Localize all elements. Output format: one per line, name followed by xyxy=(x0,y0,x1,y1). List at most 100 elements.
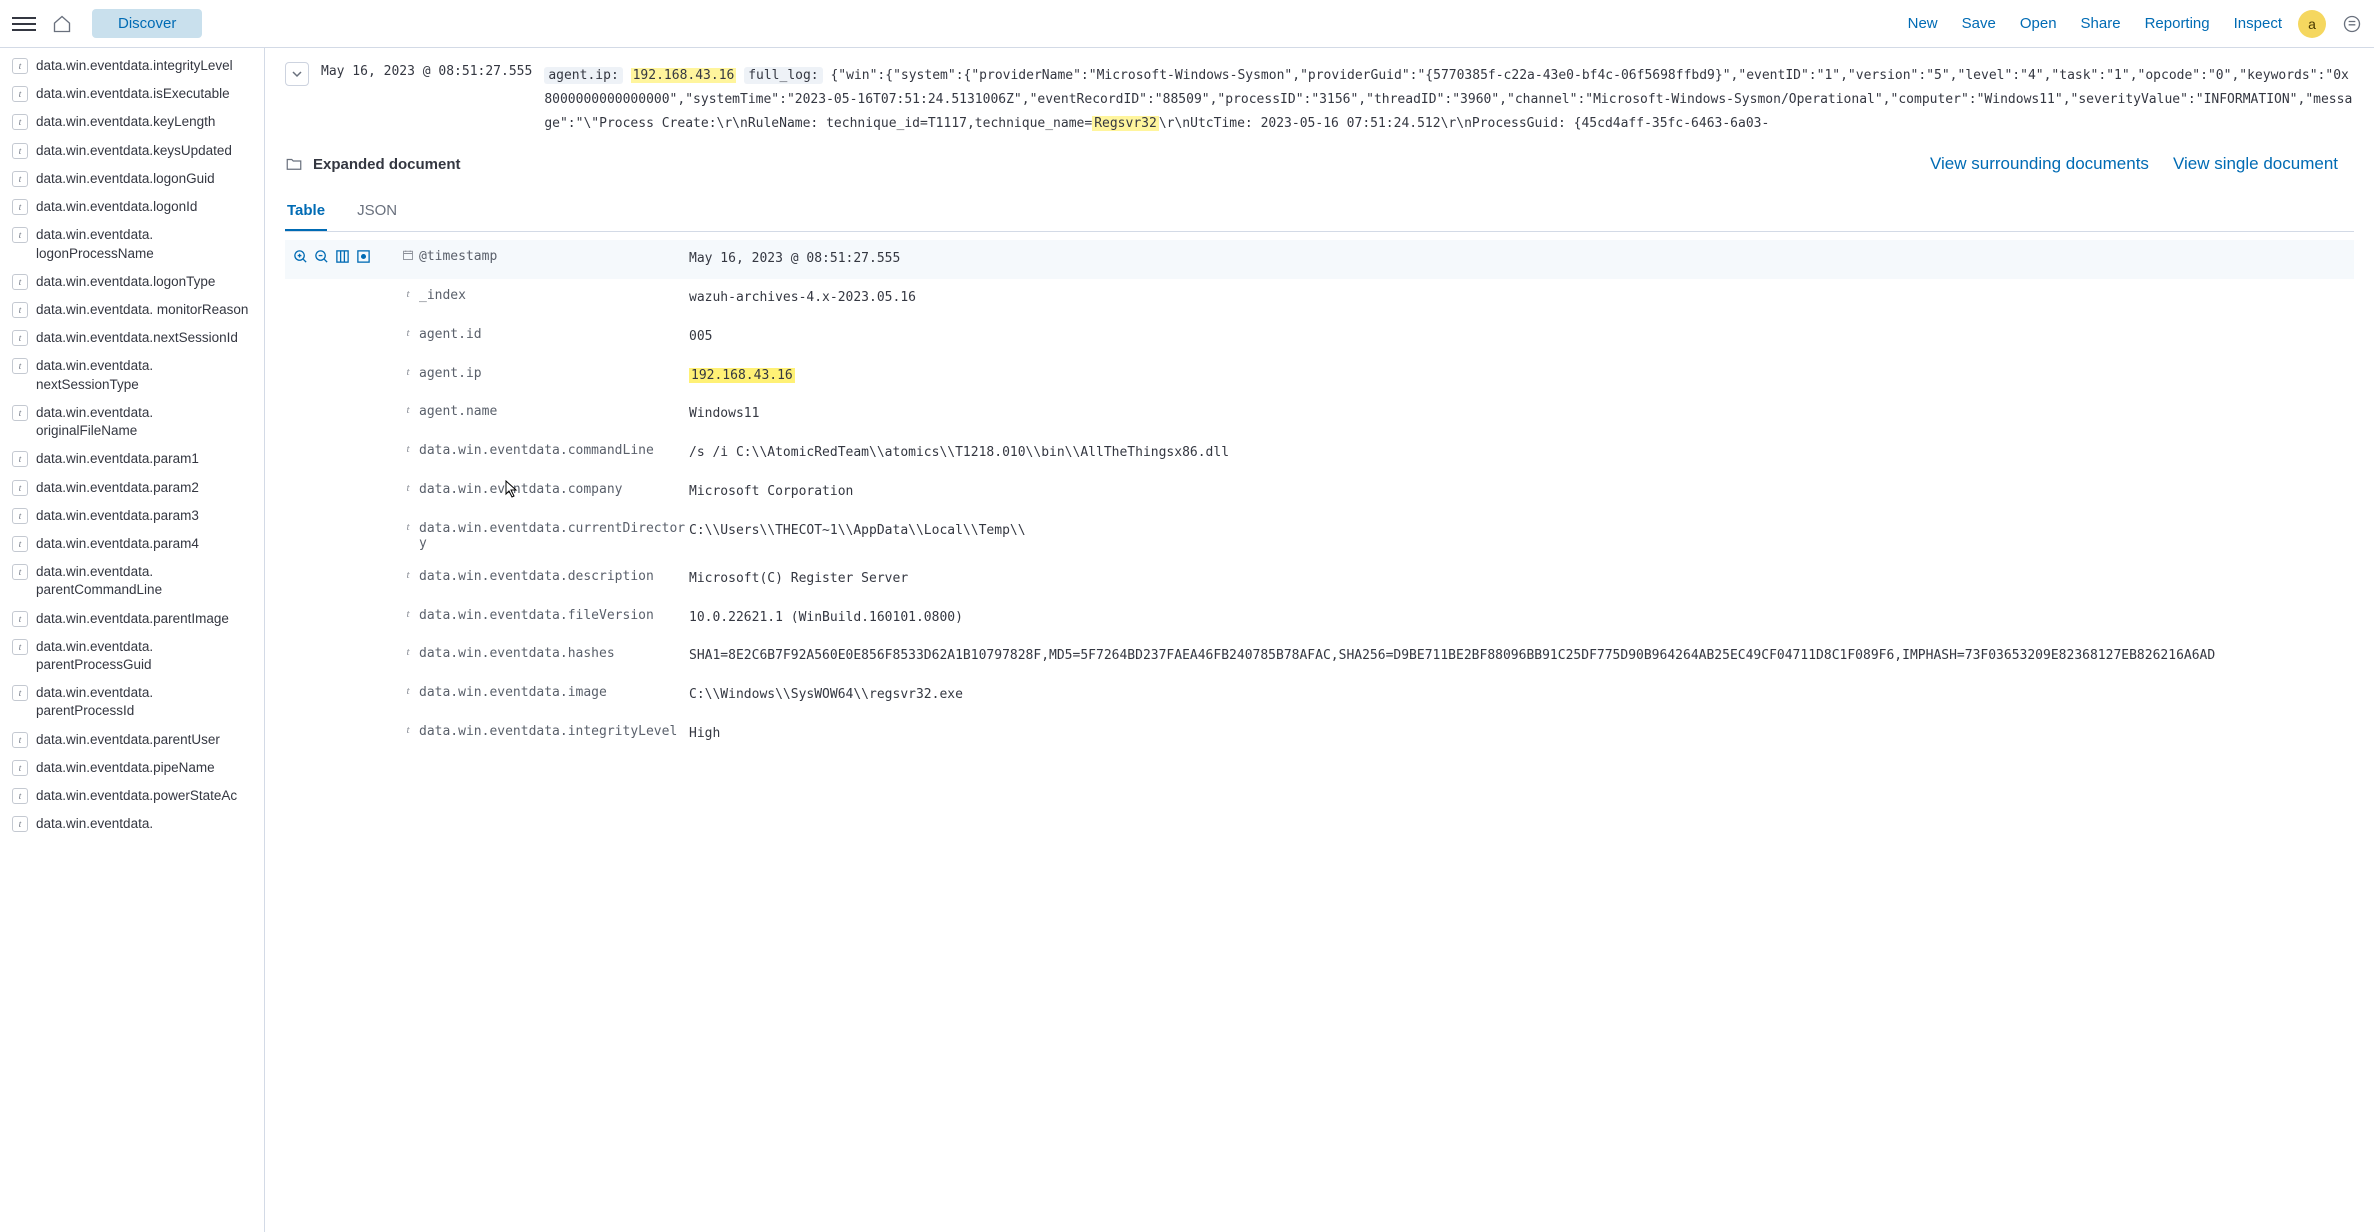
source-highlight-ip: 192.168.43.16 xyxy=(631,68,737,83)
field-item[interactable]: tdata.win.eventdata.logonType xyxy=(8,268,256,296)
field-item[interactable]: tdata.win.eventdata.param4 xyxy=(8,530,256,558)
field-name-label: data.win.eventdata.keyLength xyxy=(36,113,215,131)
source-field-agent-ip: agent.ip: xyxy=(544,67,622,84)
main-content: May 16, 2023 @ 08:51:27.555 agent.ip: 19… xyxy=(265,48,2374,1232)
view-surrounding-link[interactable]: View surrounding documents xyxy=(1930,154,2149,174)
field-type-icon: t xyxy=(12,451,28,467)
table-row: tagent.id005 xyxy=(285,318,2354,357)
link-open[interactable]: Open xyxy=(2020,15,2057,32)
row-type-icon: t xyxy=(397,327,419,339)
field-item[interactable]: tdata.win.eventdata.logonGuid xyxy=(8,165,256,193)
table-row: @timestampMay 16, 2023 @ 08:51:27.555 xyxy=(285,240,2354,279)
field-item[interactable]: tdata.win.eventdata.isExecutable xyxy=(8,80,256,108)
field-item[interactable]: tdata.win.eventdata.logonId xyxy=(8,193,256,221)
field-item[interactable]: tdata.win.eventdata.param1 xyxy=(8,445,256,473)
field-type-icon: t xyxy=(12,508,28,524)
field-type-icon: t xyxy=(12,639,28,655)
field-type-icon: t xyxy=(12,760,28,776)
row-key: _index xyxy=(419,288,689,303)
view-single-link[interactable]: View single document xyxy=(2173,154,2338,174)
field-item[interactable]: tdata.win.eventdata.pipeName xyxy=(8,754,256,782)
field-item[interactable]: t data.win.eventdata. originalFileName xyxy=(8,399,256,445)
row-type-icon: t xyxy=(397,404,419,416)
field-item[interactable]: tdata.win.eventdata.integrityLevel xyxy=(8,52,256,80)
detail-table: @timestampMay 16, 2023 @ 08:51:27.555t_i… xyxy=(265,232,2374,774)
newsfeed-icon[interactable] xyxy=(2342,14,2362,34)
field-item[interactable]: tdata.win.eventdata.keyLength xyxy=(8,108,256,136)
breadcrumb-discover[interactable]: Discover xyxy=(92,9,202,38)
field-type-icon: t xyxy=(12,227,28,243)
field-type-icon: t xyxy=(12,405,28,421)
filter-out-icon[interactable] xyxy=(314,249,329,264)
avatar[interactable]: a xyxy=(2298,10,2326,38)
field-type-icon: t xyxy=(12,171,28,187)
row-key: @timestamp xyxy=(419,249,689,264)
field-item[interactable]: tdata.win.eventdata. parentProcessId xyxy=(8,679,256,725)
field-item[interactable]: tdata.win.eventdata.powerStateAc xyxy=(8,782,256,810)
link-new[interactable]: New xyxy=(1908,15,1938,32)
field-item[interactable]: t data.win.eventdata.param3 xyxy=(8,502,256,530)
row-key: data.win.eventdata.currentDirectory xyxy=(419,521,689,551)
field-type-icon: t xyxy=(12,302,28,318)
field-item[interactable]: tdata.win.eventdata. xyxy=(8,810,256,838)
row-type-icon: t xyxy=(397,288,419,300)
doc-source: agent.ip: 192.168.43.16 full_log: {"win"… xyxy=(544,60,2354,136)
row-value: Windows11 xyxy=(689,404,2354,425)
field-type-icon: t xyxy=(12,816,28,832)
tab-table[interactable]: Table xyxy=(285,192,327,231)
field-name-label: data.win.eventdata.integrityLevel xyxy=(36,57,233,75)
toggle-column-icon[interactable] xyxy=(335,249,350,264)
field-item[interactable]: tdata.win.eventdata.nextSessionId xyxy=(8,324,256,352)
field-name-label: data.win.eventdata.param2 xyxy=(36,479,199,497)
field-item[interactable]: tdata.win.eventdata. logonProcessName xyxy=(8,221,256,267)
table-row: tdata.win.eventdata.integrityLevelHigh xyxy=(285,715,2354,754)
row-key: data.win.eventdata.image xyxy=(419,685,689,700)
field-item[interactable]: tdata.win.eventdata.parentImage xyxy=(8,605,256,633)
field-name-label: data.win.eventdata. originalFileName xyxy=(36,404,252,440)
row-type-icon: t xyxy=(397,569,419,581)
field-name-label: data.win.eventdata. parentCommandLine xyxy=(36,563,252,599)
filter-for-icon[interactable] xyxy=(293,249,308,264)
row-type-icon: t xyxy=(397,521,419,533)
row-key: data.win.eventdata.commandLine xyxy=(419,443,689,458)
row-value: /s /i C:\\AtomicRedTeam\\atomics\\T1218.… xyxy=(689,443,2354,464)
table-row: t_indexwazuh-archives-4.x-2023.05.16 xyxy=(285,279,2354,318)
field-item[interactable]: tdata.win.eventdata. parentProcessGuid xyxy=(8,633,256,679)
table-row: tagent.ip192.168.43.16 xyxy=(285,357,2354,396)
field-name-label: data.win.eventdata.parentImage xyxy=(36,610,229,628)
link-reporting[interactable]: Reporting xyxy=(2145,15,2210,32)
row-value: C:\\Users\\THECOT~1\\AppData\\Local\\Tem… xyxy=(689,521,2354,542)
tab-json[interactable]: JSON xyxy=(355,192,399,231)
fields-sidebar[interactable]: tdata.win.eventdata.integrityLeveltdata.… xyxy=(0,48,265,1232)
row-type-icon: t xyxy=(397,366,419,378)
row-type-icon xyxy=(397,249,419,264)
hamburger-menu-icon[interactable] xyxy=(12,12,36,36)
link-save[interactable]: Save xyxy=(1962,15,1996,32)
field-name-label: data.win.eventdata. monitorReason xyxy=(36,301,248,319)
field-name-label: data.win.eventdata.param4 xyxy=(36,535,199,553)
collapse-toggle[interactable] xyxy=(285,62,309,86)
home-icon[interactable] xyxy=(52,14,72,34)
source-field-full-log: full_log: xyxy=(744,67,822,84)
field-item[interactable]: tdata.win.eventdata. parentCommandLine xyxy=(8,558,256,604)
field-item[interactable]: t data.win.eventdata. monitorReason xyxy=(8,296,256,324)
table-row: tdata.win.eventdata.companyMicrosoft Cor… xyxy=(285,473,2354,512)
row-key: agent.id xyxy=(419,327,689,342)
field-item[interactable]: tdata.win.eventdata.param2 xyxy=(8,474,256,502)
row-type-icon: t xyxy=(397,608,419,620)
field-item[interactable]: tdata.win.eventdata.parentUser xyxy=(8,726,256,754)
row-value: C:\\Windows\\SysWOW64\\regsvr32.exe xyxy=(689,685,2354,706)
field-name-label: data.win.eventdata.param3 xyxy=(36,507,199,525)
field-item[interactable]: tdata.win.eventdata. nextSessionType xyxy=(8,352,256,398)
row-value: High xyxy=(689,724,2354,745)
field-type-icon: t xyxy=(12,199,28,215)
link-inspect[interactable]: Inspect xyxy=(2234,15,2282,32)
exists-filter-icon[interactable] xyxy=(356,249,371,264)
link-share[interactable]: Share xyxy=(2081,15,2121,32)
table-row: tdata.win.eventdata.currentDirectoryC:\\… xyxy=(285,512,2354,560)
source-body-post: \r\nUtcTime: 2023-05-16 07:51:24.512\r\n… xyxy=(1159,116,1769,131)
doc-timestamp: May 16, 2023 @ 08:51:27.555 xyxy=(321,60,532,79)
field-item[interactable]: tdata.win.eventdata.keysUpdated xyxy=(8,137,256,165)
row-actions xyxy=(285,249,397,264)
field-name-label: data.win.eventdata.nextSessionId xyxy=(36,329,238,347)
